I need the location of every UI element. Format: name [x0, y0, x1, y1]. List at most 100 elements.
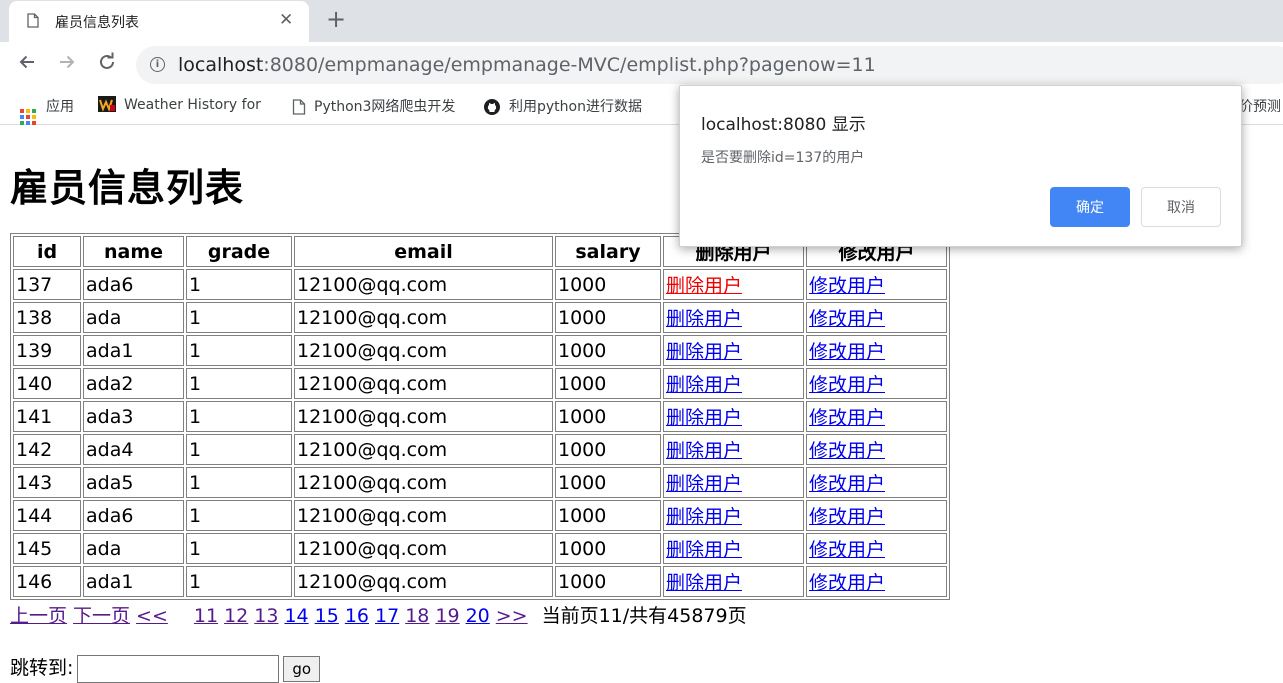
table-row: 144 ada6 1 12100@qq.com 1000 删除用户 修改用户 [13, 500, 947, 531]
bookmark-apps[interactable]: 应用 [20, 96, 74, 125]
page-icon [27, 13, 39, 28]
page-link[interactable]: 11 [194, 605, 218, 627]
cell-edit: 修改用户 [806, 269, 947, 300]
cell-email: 12100@qq.com [294, 368, 553, 399]
page-link[interactable]: 20 [466, 605, 490, 627]
page-link[interactable]: 12 [224, 605, 248, 627]
next-page-link[interactable]: 下一页 [73, 605, 130, 627]
page-icon [292, 99, 306, 115]
page-link[interactable]: 15 [315, 605, 339, 627]
jump-page-input[interactable] [77, 654, 280, 683]
edit-user-link[interactable]: 修改用户 [809, 407, 885, 429]
delete-user-link[interactable]: 删除用户 [666, 341, 742, 363]
cell-email: 12100@qq.com [294, 401, 553, 432]
delete-user-link[interactable]: 删除用户 [666, 440, 742, 462]
dialog-title: localhost:8080 显示 [701, 115, 866, 135]
page-link[interactable]: 14 [284, 605, 308, 627]
bookmark-python-data[interactable]: 利用python进行数据 [483, 96, 651, 116]
edit-user-link[interactable]: 修改用户 [809, 341, 885, 363]
table-row: 137 ada6 1 12100@qq.com 1000 删除用户 修改用户 [13, 269, 947, 300]
cell-name: ada4 [83, 434, 184, 465]
info-icon[interactable]: i [150, 57, 165, 72]
page-link[interactable]: 13 [254, 605, 278, 627]
dialog-message: 是否要删除id=137的用户 [701, 150, 865, 166]
edit-user-link[interactable]: 修改用户 [809, 572, 885, 594]
bookmark-python3-crawler[interactable]: Python3网络爬虫开发 [292, 96, 456, 116]
cell-grade: 1 [186, 500, 292, 531]
cell-name: ada2 [83, 368, 184, 399]
delete-user-link[interactable]: 删除用户 [666, 572, 742, 594]
delete-user-link[interactable]: 删除用户 [666, 275, 742, 297]
cell-id: 145 [13, 533, 81, 564]
go-button[interactable]: go [283, 655, 321, 682]
cell-edit: 修改用户 [806, 335, 947, 366]
cell-email: 12100@qq.com [294, 467, 553, 498]
cell-delete: 删除用户 [663, 566, 804, 597]
delete-user-link[interactable]: 删除用户 [666, 473, 742, 495]
edit-user-link[interactable]: 修改用户 [809, 539, 885, 561]
browser-tab[interactable]: 雇员信息列表 ✕ [9, 1, 309, 42]
delete-user-link[interactable]: 删除用户 [666, 407, 742, 429]
page-link[interactable]: 17 [375, 605, 399, 627]
cell-id: 140 [13, 368, 81, 399]
close-tab-icon[interactable]: ✕ [279, 10, 293, 30]
cell-delete: 删除用户 [663, 401, 804, 432]
table-row: 141 ada3 1 12100@qq.com 1000 删除用户 修改用户 [13, 401, 947, 432]
cell-id: 138 [13, 302, 81, 333]
forward-arrow-icon[interactable] [57, 52, 77, 77]
cell-email: 12100@qq.com [294, 500, 553, 531]
cell-email: 12100@qq.com [294, 302, 553, 333]
cell-salary: 1000 [555, 434, 661, 465]
table-row: 140 ada2 1 12100@qq.com 1000 删除用户 修改用户 [13, 368, 947, 399]
page-link[interactable]: 18 [405, 605, 429, 627]
table-row: 143 ada5 1 12100@qq.com 1000 删除用户 修改用户 [13, 467, 947, 498]
back-ten-link[interactable]: << [136, 605, 168, 627]
table-row: 142 ada4 1 12100@qq.com 1000 删除用户 修改用户 [13, 434, 947, 465]
prev-page-link[interactable]: 上一页 [10, 605, 67, 627]
page-link[interactable]: 16 [345, 605, 369, 627]
table-row: 145 ada 1 12100@qq.com 1000 删除用户 修改用户 [13, 533, 947, 564]
pagination: 上一页 下一页 << 11 12 13 14 15 16 17 18 19 20 >> 当前页11/共有45… [10, 601, 747, 628]
delete-user-link[interactable]: 删除用户 [666, 506, 742, 528]
jump-form: 跳转到: go [10, 653, 321, 683]
edit-user-link[interactable]: 修改用户 [809, 506, 885, 528]
edit-user-link[interactable]: 修改用户 [809, 440, 885, 462]
bookmark-price-prediction[interactable]: 价预测 [1239, 96, 1281, 116]
delete-user-link[interactable]: 删除用户 [666, 539, 742, 561]
delete-user-link[interactable]: 删除用户 [666, 308, 742, 330]
cell-edit: 修改用户 [806, 566, 947, 597]
cell-email: 12100@qq.com [294, 566, 553, 597]
browser-toolbar: i localhost:8080/empmanage/empmanage-MVC… [0, 42, 1283, 88]
cell-edit: 修改用户 [806, 368, 947, 399]
confirm-button[interactable]: 确定 [1050, 187, 1130, 227]
github-icon [484, 99, 500, 115]
cell-id: 139 [13, 335, 81, 366]
edit-user-link[interactable]: 修改用户 [809, 308, 885, 330]
page-link[interactable]: 19 [435, 605, 459, 627]
cancel-button[interactable]: 取消 [1141, 187, 1221, 227]
bookmark-weather-history[interactable]: Weather History for [98, 96, 264, 113]
address-bar[interactable]: i localhost:8080/empmanage/empmanage-MVC… [136, 46, 1283, 84]
new-tab-button[interactable]: + [326, 5, 346, 33]
table-row: 138 ada 1 12100@qq.com 1000 删除用户 修改用户 [13, 302, 947, 333]
edit-user-link[interactable]: 修改用户 [809, 473, 885, 495]
reload-icon[interactable] [97, 52, 117, 77]
forward-ten-link[interactable]: >> [496, 605, 528, 627]
cell-name: ada1 [83, 566, 184, 597]
edit-user-link[interactable]: 修改用户 [809, 275, 885, 297]
cell-grade: 1 [186, 302, 292, 333]
page-status: 当前页11/共有45879页 [541, 605, 747, 627]
edit-user-link[interactable]: 修改用户 [809, 374, 885, 396]
cell-salary: 1000 [555, 302, 661, 333]
cell-delete: 删除用户 [663, 302, 804, 333]
delete-user-link[interactable]: 删除用户 [666, 374, 742, 396]
cell-name: ada3 [83, 401, 184, 432]
cell-salary: 1000 [555, 566, 661, 597]
url-text[interactable]: localhost:8080/empmanage/empmanage-MVC/e… [178, 54, 876, 76]
cell-email: 12100@qq.com [294, 533, 553, 564]
tab-title: 雇员信息列表 [55, 15, 139, 31]
table-body: 137 ada6 1 12100@qq.com 1000 删除用户 修改用户 138 ada 1 1… [13, 269, 947, 597]
col-grade: grade [186, 236, 292, 267]
cell-name: ada [83, 302, 184, 333]
back-arrow-icon[interactable] [17, 52, 37, 77]
